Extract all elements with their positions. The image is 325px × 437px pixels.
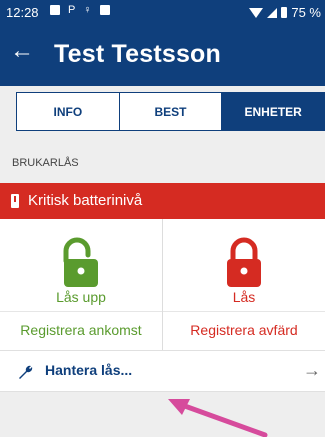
battery-alert-banner: Kritisk batterinivå [0,183,325,219]
battery-status-icon [281,7,288,18]
wrench-icon [19,365,33,379]
mail-notification-icon [99,5,110,15]
register-departure-button[interactable]: Registrera avfärd [163,322,325,338]
location-notification-icon: ♀ [83,4,92,16]
back-arrow-icon[interactable]: ← [10,39,34,63]
unlock-section: Lås upp Registrera ankomst [0,219,162,352]
battery-percent: 75 % [291,5,321,20]
notification-icons: P ♀ [50,4,110,16]
status-right: 75 % [249,5,321,20]
alert-text: Kritisk batterinivå [28,192,143,209]
locked-padlock-icon[interactable] [221,237,267,289]
annotation-pointer-arrow [168,399,268,437]
lock-label[interactable]: Lås [163,289,325,305]
unlocked-padlock-icon[interactable] [58,237,104,289]
battery-warning-icon [11,194,19,208]
unlock-label[interactable]: Lås upp [0,289,162,305]
manage-locks-row[interactable]: Hantera lås... → [0,350,325,392]
parking-notification-icon: P [68,4,76,16]
tab-info[interactable]: INFO [17,93,120,130]
tab-best[interactable]: BEST [120,93,223,130]
section-label: BRUKARLÅS [12,157,79,169]
tab-bar: INFO BEST ENHETER [16,92,325,131]
lock-actions-panel: Lås upp Registrera ankomst Lås Registrer… [0,219,325,352]
page-title: Test Testsson [54,40,221,68]
wifi-icon [249,7,264,18]
signal-icon [267,7,278,18]
tab-enheter[interactable]: ENHETER [222,93,325,130]
manage-locks-label[interactable]: Hantera lås... [45,362,132,378]
image-notification-icon [50,5,60,15]
app-bar: ← Test Testsson [0,26,325,86]
arrow-right-icon[interactable]: → [303,360,321,381]
lock-section: Lås Registrera avfärd [163,219,325,352]
status-bar: 12:28 P ♀ 75 % [0,0,325,26]
register-arrival-button[interactable]: Registrera ankomst [0,322,162,338]
status-time: 12:28 [6,5,39,20]
